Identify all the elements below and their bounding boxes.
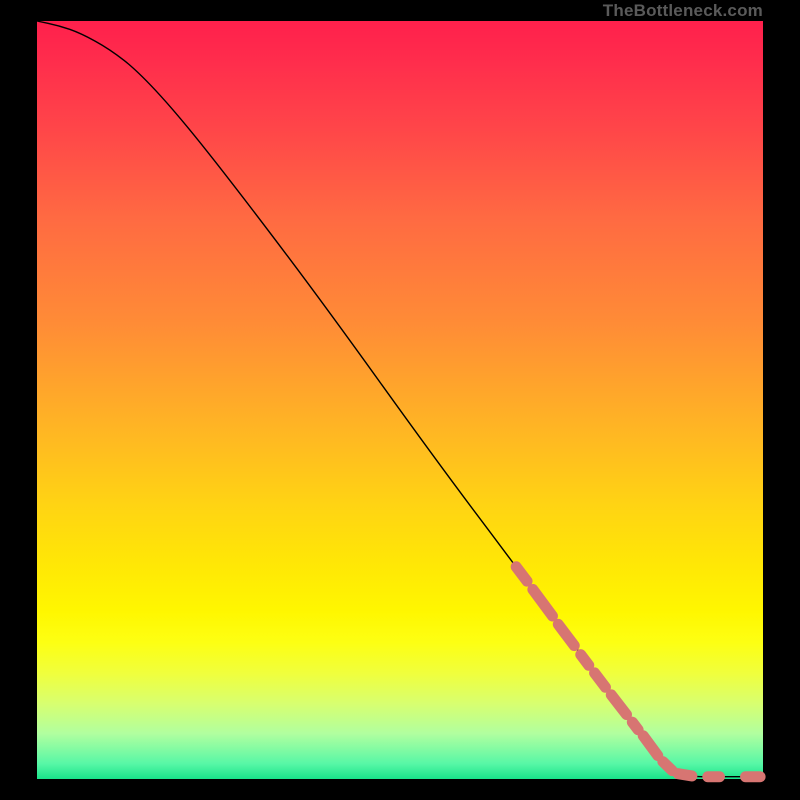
highlight-dash: [516, 567, 527, 581]
highlight-dash: [533, 590, 553, 617]
highlight-dash: [558, 624, 574, 645]
chart-overlay: [37, 21, 763, 779]
highlight-dashes: [516, 567, 760, 777]
chart-frame: TheBottleneck.com: [37, 21, 763, 779]
highlight-dash: [678, 774, 692, 776]
highlight-dash: [663, 762, 672, 771]
highlight-dash: [643, 736, 658, 756]
highlight-dash: [581, 655, 589, 666]
watermark-text: TheBottleneck.com: [603, 1, 763, 21]
bottleneck-curve: [37, 21, 763, 777]
highlight-dash: [611, 695, 626, 715]
highlight-dash: [595, 673, 606, 687]
highlight-dash: [632, 722, 638, 730]
